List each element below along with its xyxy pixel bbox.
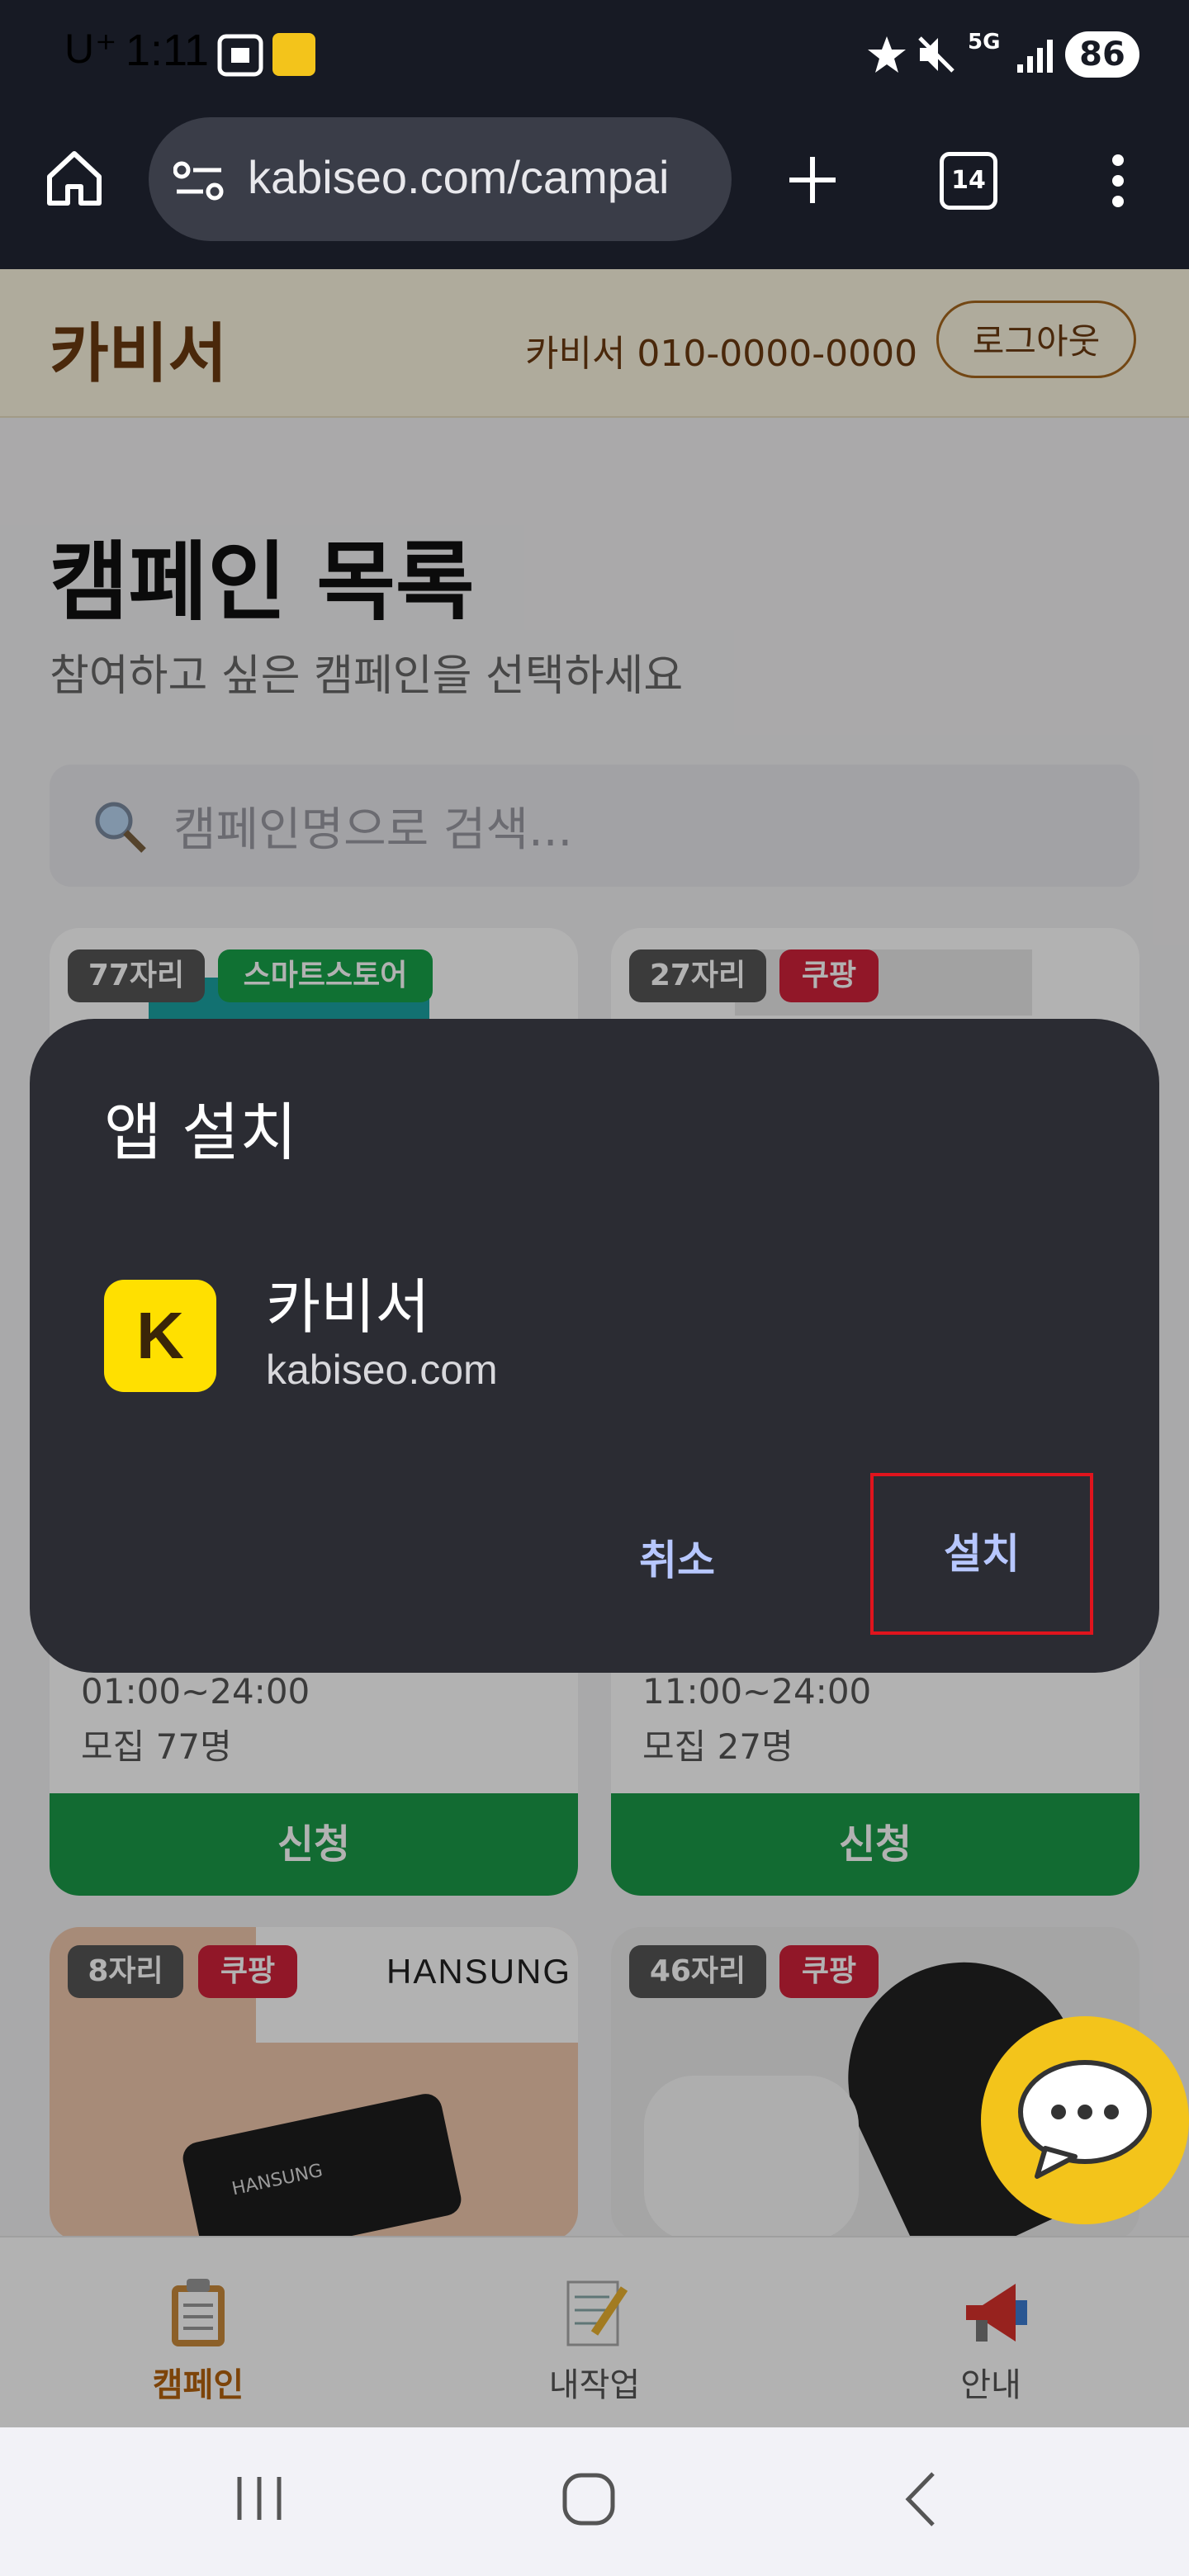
signal-icon bbox=[1017, 40, 1053, 73]
battery-level: 86 bbox=[1065, 31, 1139, 78]
home-icon[interactable] bbox=[45, 149, 104, 208]
app-domain: kabiseo.com bbox=[266, 1347, 498, 1393]
install-button[interactable]: 설치 bbox=[870, 1473, 1093, 1635]
tab-switcher-button[interactable]: 14 bbox=[940, 152, 997, 210]
notification-app-icon bbox=[272, 33, 315, 76]
carrier-label: U⁺ bbox=[64, 26, 118, 72]
cancel-button[interactable]: 취소 bbox=[611, 1519, 743, 1602]
back-icon[interactable] bbox=[900, 2469, 941, 2530]
app-name: 카비서 bbox=[266, 1272, 430, 1342]
mute-icon bbox=[918, 36, 955, 73]
new-tab-icon[interactable] bbox=[786, 154, 839, 206]
url-text[interactable]: kabiseo.com/campai bbox=[248, 150, 710, 204]
screenshot-icon bbox=[217, 34, 263, 77]
site-settings-icon[interactable] bbox=[173, 160, 225, 203]
more-options-icon[interactable] bbox=[1101, 152, 1135, 210]
home-button-icon[interactable] bbox=[560, 2470, 618, 2528]
clock: 1:11 bbox=[126, 26, 210, 75]
recent-apps-icon[interactable] bbox=[231, 2472, 289, 2525]
dialog-title: 앱 설치 bbox=[104, 1096, 297, 1169]
app-icon: K bbox=[104, 1280, 216, 1392]
network-type: 5G bbox=[968, 30, 1001, 54]
chat-bubble-icon bbox=[1018, 2060, 1152, 2179]
star-icon bbox=[868, 36, 906, 73]
